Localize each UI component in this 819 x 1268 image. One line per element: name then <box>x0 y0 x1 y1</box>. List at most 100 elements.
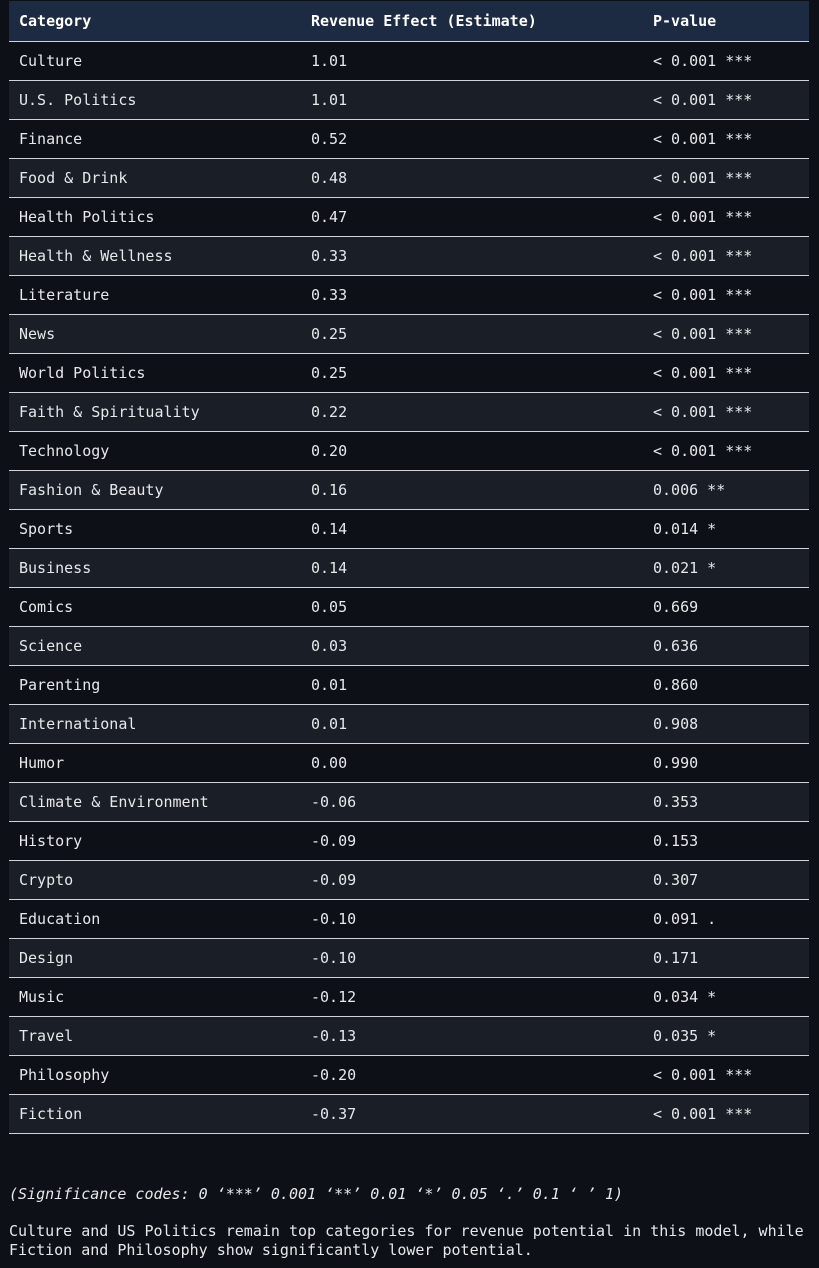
revenue-effect-cell: 1.01 <box>311 90 348 109</box>
revenue-effect-cell: 0.48 <box>311 168 348 187</box>
category-cell: Food & Drink <box>19 168 128 187</box>
p-value-cell: 0.034 * <box>653 987 717 1006</box>
category-cell: Literature <box>19 285 110 304</box>
revenue-effect-cell: 0.00 <box>311 753 348 772</box>
category-cell: Fashion & Beauty <box>19 480 164 499</box>
revenue-effect-cell: -0.37 <box>311 1104 357 1123</box>
table-row: Science 0.03 0.636 <box>9 626 809 665</box>
p-value-cell: < 0.001 *** <box>653 246 753 265</box>
revenue-effect-cell: 0.20 <box>311 441 348 460</box>
p-value-cell: 0.669 <box>653 597 699 616</box>
category-cell: U.S. Politics <box>19 90 137 109</box>
p-value-cell: 0.006 ** <box>653 480 726 499</box>
table-row: Comics 0.05 0.669 <box>9 587 809 626</box>
table-row: Health Politics 0.47 < 0.001 *** <box>9 197 809 236</box>
p-value-cell: < 0.001 *** <box>653 441 753 460</box>
table-row: Business 0.14 0.021 * <box>9 548 809 587</box>
table-row: Literature 0.33 < 0.001 *** <box>9 275 809 314</box>
table-row: Humor 0.00 0.990 <box>9 743 809 782</box>
column-header-p-value: P-value <box>643 1 809 42</box>
category-cell: Philosophy <box>19 1065 110 1084</box>
table-row: U.S. Politics 1.01 < 0.001 *** <box>9 80 809 119</box>
category-cell: History <box>19 831 83 850</box>
category-cell: Sports <box>19 519 74 538</box>
table-row: Fashion & Beauty 0.16 0.006 ** <box>9 470 809 509</box>
category-cell: Health Politics <box>19 207 155 226</box>
p-value-cell: < 0.001 *** <box>653 285 753 304</box>
table-row: Climate & Environment -0.06 0.353 <box>9 782 809 821</box>
revenue-effect-cell: 0.22 <box>311 402 348 421</box>
revenue-effect-cell: -0.09 <box>311 831 357 850</box>
revenue-effect-cell: -0.20 <box>311 1065 357 1084</box>
category-cell: Parenting <box>19 675 101 694</box>
table-row: Design -0.10 0.171 <box>9 938 809 977</box>
revenue-effect-cell: 0.14 <box>311 519 348 538</box>
revenue-effect-cell: -0.10 <box>311 909 357 928</box>
p-value-cell: 0.014 * <box>653 519 717 538</box>
revenue-effect-cell: 0.33 <box>311 285 348 304</box>
p-value-cell: 0.035 * <box>653 1026 717 1045</box>
results-table: Category Revenue Effect (Estimate) P-val… <box>9 1 809 1134</box>
category-cell: World Politics <box>19 363 146 382</box>
p-value-cell: < 0.001 *** <box>653 51 753 70</box>
revenue-effect-cell: 0.33 <box>311 246 348 265</box>
revenue-effect-cell: 0.03 <box>311 636 348 655</box>
category-cell: International <box>19 714 137 733</box>
category-cell: Comics <box>19 597 74 616</box>
table-row: Education -0.10 0.091 . <box>9 899 809 938</box>
category-cell: Education <box>19 909 101 928</box>
category-cell: Technology <box>19 441 110 460</box>
revenue-effect-cell: 0.01 <box>311 675 348 694</box>
table-row: Health & Wellness 0.33 < 0.001 *** <box>9 236 809 275</box>
revenue-effect-cell: -0.06 <box>311 792 357 811</box>
p-value-cell: 0.153 <box>653 831 699 850</box>
table-header: Category Revenue Effect (Estimate) P-val… <box>9 1 809 42</box>
category-cell: Crypto <box>19 870 74 889</box>
revenue-effect-cell: 0.25 <box>311 324 348 343</box>
revenue-effect-cell: 0.05 <box>311 597 348 616</box>
revenue-effect-cell: -0.09 <box>311 870 357 889</box>
table-row: Fiction -0.37 < 0.001 *** <box>9 1094 809 1133</box>
category-cell: Design <box>19 948 74 967</box>
category-cell: Business <box>19 558 92 577</box>
column-header-category: Category <box>9 1 301 42</box>
revenue-effect-cell: -0.13 <box>311 1026 357 1045</box>
revenue-effect-cell: 1.01 <box>311 51 348 70</box>
significance-codes-note: (Significance codes: 0 ‘***’ 0.001 ‘**’ … <box>9 1185 624 1203</box>
category-cell: Culture <box>19 51 83 70</box>
revenue-effect-cell: 0.47 <box>311 207 348 226</box>
p-value-cell: 0.990 <box>653 753 699 772</box>
p-value-cell: < 0.001 *** <box>653 168 753 187</box>
category-cell: Humor <box>19 753 65 772</box>
revenue-effect-cell: 0.25 <box>311 363 348 382</box>
p-value-cell: < 0.001 *** <box>653 1065 753 1084</box>
column-header-revenue-effect: Revenue Effect (Estimate) <box>301 1 643 42</box>
revenue-effect-cell: 0.52 <box>311 129 348 148</box>
table-row: News 0.25 < 0.001 *** <box>9 314 809 353</box>
table-row: Parenting 0.01 0.860 <box>9 665 809 704</box>
table-row: Food & Drink 0.48 < 0.001 *** <box>9 158 809 197</box>
revenue-effect-cell: 0.14 <box>311 558 348 577</box>
header-row: Category Revenue Effect (Estimate) P-val… <box>9 1 809 42</box>
p-value-cell: < 0.001 *** <box>653 402 753 421</box>
category-cell: News <box>19 324 56 343</box>
table-row: Sports 0.14 0.014 * <box>9 509 809 548</box>
category-cell: Travel <box>19 1026 74 1045</box>
p-value-cell: 0.636 <box>653 636 699 655</box>
revenue-effect-cell: -0.10 <box>311 948 357 967</box>
category-cell: Finance <box>19 129 83 148</box>
table-row: Faith & Spirituality 0.22 < 0.001 *** <box>9 392 809 431</box>
table-row: Technology 0.20 < 0.001 *** <box>9 431 809 470</box>
category-cell: Health & Wellness <box>19 246 173 265</box>
table-row: Philosophy -0.20 < 0.001 *** <box>9 1055 809 1094</box>
table-row: Culture 1.01 < 0.001 *** <box>9 41 809 80</box>
p-value-cell: < 0.001 *** <box>653 90 753 109</box>
category-cell: Climate & Environment <box>19 792 209 811</box>
p-value-cell: < 0.001 *** <box>653 207 753 226</box>
table-row: Travel -0.13 0.035 * <box>9 1016 809 1055</box>
table-row: World Politics 0.25 < 0.001 *** <box>9 353 809 392</box>
p-value-cell: 0.091 . <box>653 909 717 928</box>
p-value-cell: 0.171 <box>653 948 699 967</box>
p-value-cell: < 0.001 *** <box>653 363 753 382</box>
p-value-cell: 0.021 * <box>653 558 717 577</box>
